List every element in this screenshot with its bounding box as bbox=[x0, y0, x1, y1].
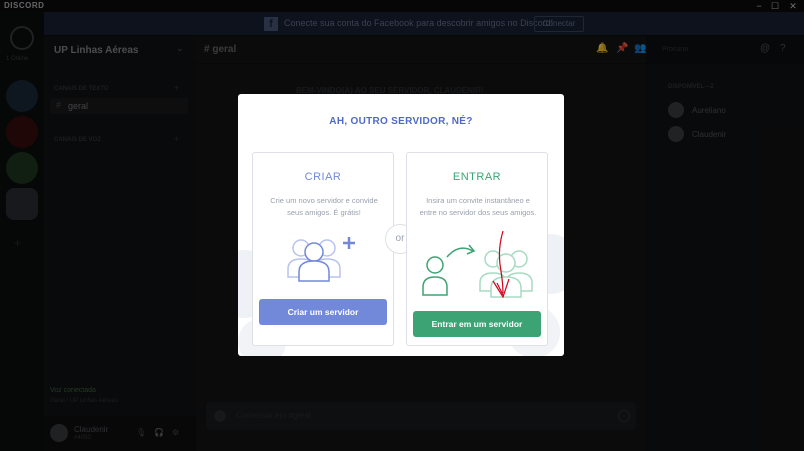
join-server-button[interactable]: Entrar em um servidor bbox=[413, 311, 541, 337]
discord-window: DISCORD − ☐ ✕ 1 Online + f Conecte sua c… bbox=[0, 0, 804, 451]
server-modal: AH, OUTRO SERVIDOR, NÉ? CRIAR Crie um no… bbox=[238, 94, 564, 356]
create-description: Crie um novo servidor e convide seus ami… bbox=[270, 196, 378, 217]
create-card: CRIAR Crie um novo servidor e convide se… bbox=[252, 152, 394, 346]
join-card: ENTRAR Insira um convite instantâneo e e… bbox=[406, 152, 548, 346]
modal-title: AH, OUTRO SERVIDOR, NÉ? bbox=[329, 116, 473, 127]
join-title: ENTRAR bbox=[452, 171, 502, 183]
join-description: Insira um convite instantâneo e entre no… bbox=[419, 196, 537, 217]
create-server-icon bbox=[287, 237, 355, 282]
create-server-button[interactable]: Criar um servidor bbox=[259, 299, 387, 325]
create-title: CRIAR bbox=[304, 171, 342, 183]
join-server-icon bbox=[422, 230, 533, 299]
